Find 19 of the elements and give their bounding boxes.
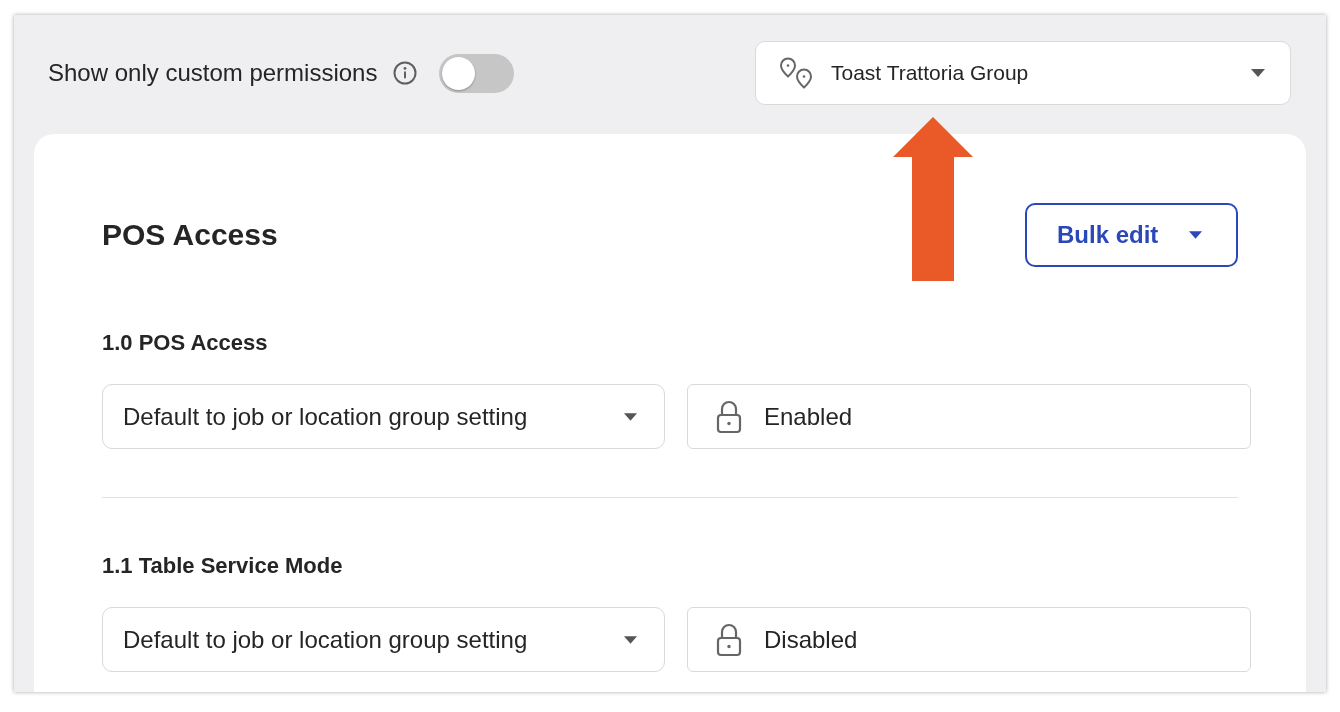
info-icon xyxy=(393,61,418,85)
caret-icon xyxy=(624,412,637,421)
location-dropdown[interactable]: Toast Trattoria Group xyxy=(755,41,1291,105)
bulk-edit-button[interactable]: Bulk edit xyxy=(1025,203,1238,267)
setting-dropdown[interactable]: Default to job or location group setting xyxy=(102,607,665,672)
lock-icon xyxy=(716,399,742,434)
lock-icon xyxy=(716,622,742,657)
permission-name: 1.0 POS Access xyxy=(102,329,269,357)
permission-name: 1.1 Table Service Mode xyxy=(102,552,344,580)
map-pins-icon xyxy=(779,56,813,90)
setting-dropdown[interactable]: Default to job or location group setting xyxy=(102,384,665,449)
toggle-switch[interactable] xyxy=(439,53,515,93)
filter-label: Show only custom permissions xyxy=(48,58,378,88)
status-value: Enabled xyxy=(764,401,853,432)
caret-icon xyxy=(624,635,637,644)
caret-icon xyxy=(1189,231,1202,239)
status-value: Disabled xyxy=(764,624,858,655)
caret-icon xyxy=(1251,69,1265,77)
section-title: POS Access xyxy=(102,217,278,253)
